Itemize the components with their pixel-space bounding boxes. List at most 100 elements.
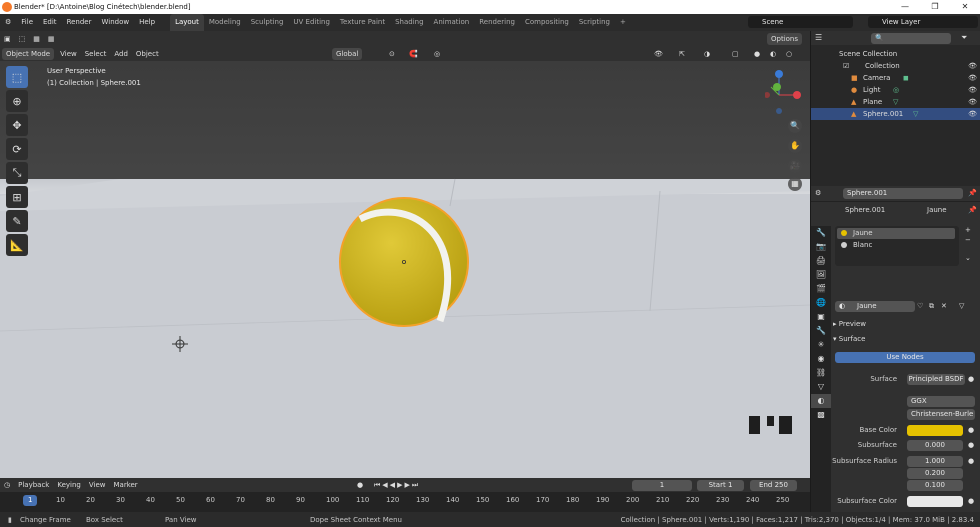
distribution-dropdown[interactable]: GGX [907,396,975,407]
modifier-tab-icon[interactable]: 🔧 [811,324,831,338]
tab-sculpting[interactable]: Sculpting [246,14,289,31]
end-frame-field[interactable]: End 250 [750,480,797,491]
outliner-item-camera[interactable]: ■ Camera ◼ 👁 [811,72,980,84]
material-slot-jaune[interactable]: Jaune [837,228,955,239]
menu-select[interactable]: Select [81,46,111,62]
close-icon[interactable]: ✕ [950,0,980,14]
menu-marker[interactable]: Marker [109,477,141,493]
current-frame-field[interactable]: 1 [632,480,692,491]
scene-tab-icon[interactable]: 🎬 [811,282,831,296]
use-nodes-button[interactable]: Use Nodes [835,352,975,363]
tab-layout[interactable]: Layout [170,14,204,31]
remove-slot-icon[interactable]: − [965,236,971,244]
material-browse-field[interactable]: ◐ Jaune [835,301,915,312]
editor-type-icon[interactable]: ▣ [0,31,15,47]
xray-icon[interactable]: ▢ [728,46,743,62]
select-mode-icon-3[interactable]: ▦ [44,31,59,47]
snap-icon[interactable]: 🧲 [405,46,422,62]
eye-icon[interactable]: 👁 [968,84,977,96]
subsurface-radius-y[interactable]: 0.200 [907,468,963,479]
menu-window[interactable]: Window [96,14,134,31]
view-layer-selector[interactable]: View Layer [868,16,978,28]
timeline-ruler[interactable]: 1 10 20 30 40 50 60 70 80 90 100 110 120 130 140 150 160… [0,492,810,512]
surface-shader-field[interactable]: Principled BSDF [907,374,965,385]
render-tab-icon[interactable]: 📷 [811,240,831,254]
scene-selector[interactable]: Scene [748,16,853,28]
tab-rendering[interactable]: Rendering [474,14,520,31]
world-tab-icon[interactable]: 🌐 [811,296,831,310]
add-slot-icon[interactable]: + [965,226,971,234]
select-mode-icon-2[interactable]: ▦ [29,31,44,47]
particles-tab-icon[interactable]: ✳ [811,338,831,352]
pivot-icon[interactable]: ⊙ [385,46,399,62]
subsurface-method-dropdown[interactable]: Christensen-Burle [907,409,975,420]
minimize-icon[interactable]: — [890,0,920,14]
preview-panel-header[interactable]: ▸ Preview [833,320,866,328]
select-box-tool-icon[interactable]: ⬚ [6,66,28,88]
slot-menu-icon[interactable]: ⌄ [965,254,971,262]
overlay-icon[interactable]: ◑ [700,46,714,62]
link-type-icon[interactable]: ▽ [959,302,964,310]
playback-controls-icon[interactable]: ⏮◀◀▶▶⏭ [370,477,424,493]
eye-icon[interactable]: 👁 [968,96,977,108]
outliner-search-input[interactable]: 🔍 [871,33,951,44]
shading-rendered-icon[interactable]: ○ [782,46,796,62]
properties-editor-icon[interactable]: ⚙ [815,189,821,197]
pan-hand-icon[interactable]: ✋ [788,139,802,153]
move-tool-icon[interactable]: ✥ [6,114,28,136]
subsurface-radius-x[interactable]: 1.000 [907,456,963,467]
blender-menu-icon[interactable]: ⚙ [0,14,16,31]
add-workspace-button[interactable]: + [615,14,631,31]
subsurface-value-field[interactable]: 0.000 [907,440,963,451]
pin-icon[interactable]: 📌 [968,189,977,197]
tab-scripting[interactable]: Scripting [574,14,615,31]
timeline-editor-icon[interactable]: ◷ [0,477,14,493]
gizmo-icon[interactable]: ⇱ [675,46,689,62]
outliner-collection[interactable]: ☑ Collection 👁 [811,60,980,72]
tab-shading[interactable]: Shading [390,14,428,31]
checkbox-icon[interactable]: ☑ [843,60,849,72]
link-dot-icon[interactable]: ● [968,375,974,383]
menu-object[interactable]: Object [132,46,163,62]
material-slot-blanc[interactable]: Blanc [837,240,955,251]
rotate-tool-icon[interactable]: ⟳ [6,138,28,160]
menu-playback[interactable]: Playback [14,477,53,493]
transform-tool-icon[interactable]: ⊞ [6,186,28,208]
mode-dropdown[interactable]: Object Mode [2,48,55,60]
physics-tab-icon[interactable]: ◉ [811,352,831,366]
outliner-item-plane[interactable]: ▲ Plane ▽ 👁 [811,96,980,108]
menu-add[interactable]: Add [110,46,132,62]
shading-material-icon[interactable]: ◐ [766,46,780,62]
subsurface-radius-z[interactable]: 0.100 [907,480,963,491]
view-layer-tab-icon[interactable]: 🖼 [811,268,831,282]
material-tab-icon[interactable]: ◐ [811,394,831,408]
cursor-tool-icon[interactable]: ⊕ [6,90,28,112]
tool-tab-icon[interactable]: 🔧 [811,226,831,240]
eye-icon[interactable]: 👁 [968,108,977,120]
zoom-icon[interactable]: 🔍 [788,119,802,133]
tab-animation[interactable]: Animation [429,14,475,31]
base-color-swatch[interactable] [907,425,963,436]
scale-tool-icon[interactable]: ⤡ [6,162,28,184]
menu-view[interactable]: View [56,46,81,62]
outliner-editor-icon[interactable]: ☰ [815,33,822,42]
filter-icon[interactable]: ⏷ [961,33,967,43]
outliner-scene-collection[interactable]: Scene Collection [811,48,980,60]
options-button[interactable]: Options [767,33,803,45]
3d-viewport[interactable]: User Perspective (1) Collection | Sphere… [0,61,810,478]
menu-render[interactable]: Render [62,14,97,31]
link-dot-icon[interactable]: ● [968,497,974,505]
link-dot-icon[interactable]: ● [968,426,974,434]
tab-uv-editing[interactable]: UV Editing [288,14,335,31]
shading-solid-icon[interactable]: ● [750,46,764,62]
data-tab-icon[interactable]: ▽ [811,380,831,394]
object-name-field[interactable]: Sphere.001 [843,188,963,199]
visibility-icon[interactable]: 👁 [650,46,667,62]
navigation-gizmo[interactable] [765,69,805,119]
link-dot-icon[interactable]: ● [968,457,974,465]
fake-user-icon[interactable]: ♡ [917,302,923,310]
annotate-tool-icon[interactable]: ✎ [6,210,28,232]
output-tab-icon[interactable]: 🖨 [811,254,831,268]
tab-texture-paint[interactable]: Texture Paint [335,14,390,31]
menu-file[interactable]: File [16,14,38,31]
